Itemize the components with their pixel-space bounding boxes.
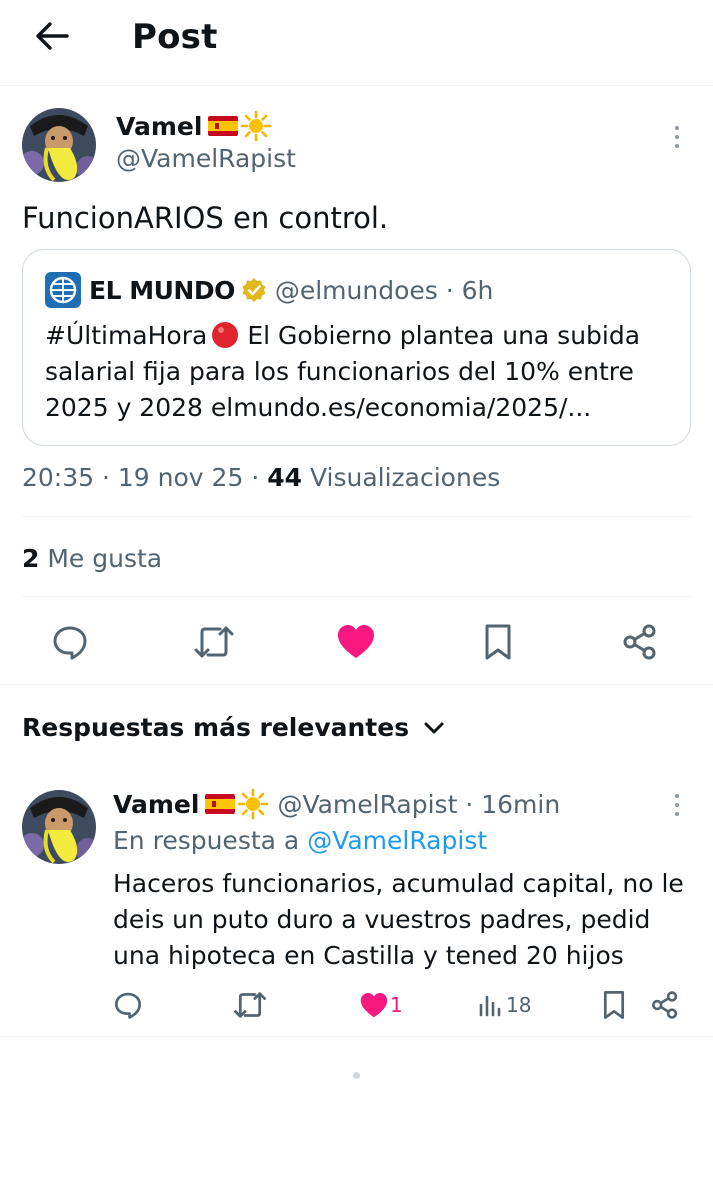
reply-views-count: 18 (506, 993, 532, 1017)
share-button[interactable] (620, 622, 660, 662)
arrow-left-icon (36, 22, 69, 50)
like-button[interactable] (336, 622, 376, 662)
author-name[interactable]: Vamel (116, 112, 202, 141)
like-icon (360, 992, 388, 1017)
hashtag: #ÚltimaHora (45, 321, 208, 350)
share-icon (623, 624, 656, 660)
more-dots-icon (675, 794, 679, 798)
reply-text: Haceros funcionarios, acumulad capital, … (113, 869, 684, 970)
reply-icon (53, 626, 87, 660)
likes-label: Me gusta (47, 544, 163, 573)
bookmark-button[interactable] (478, 622, 518, 662)
quoted-author-handle: @elmundoes (274, 275, 438, 305)
back-button[interactable] (30, 16, 74, 56)
reply-icon (115, 992, 141, 1019)
divider (0, 684, 713, 685)
replies-sort-dropdown[interactable]: Respuestas más relevantes (22, 710, 445, 746)
post-meta: 20:35 · 19 nov 25 · 44 Visualizaciones (22, 463, 501, 492)
retweet-icon (234, 992, 266, 1018)
retweet-button[interactable] (192, 622, 236, 662)
likes-summary[interactable]: 2 Me gusta (22, 540, 162, 578)
share-icon (652, 991, 678, 1019)
el-mundo-logo-icon (45, 272, 81, 308)
reply-views-button[interactable]: 18 (478, 988, 531, 1022)
likes-count: 2 (22, 544, 40, 573)
author-avatar[interactable] (22, 108, 96, 182)
sun-emoji (238, 788, 269, 820)
page-title: Post (132, 17, 218, 57)
sun-emoji (241, 110, 272, 142)
chevron-down-icon (424, 722, 444, 734)
replies-sort-label: Respuestas más relevantes (22, 713, 410, 742)
reply-author-handle[interactable]: @VamelRapist (277, 790, 457, 819)
author-name-line[interactable]: Vamel (116, 110, 272, 142)
divider (22, 516, 691, 517)
post-more-button[interactable] (662, 120, 692, 154)
top-bar: Post (0, 0, 713, 86)
post-time[interactable]: 20:35 (22, 463, 94, 492)
in-reply-to: En respuesta a @VamelRapist (113, 826, 488, 855)
reply-like-count: 1 (390, 993, 403, 1017)
verified-badge-icon (242, 278, 266, 302)
spain-flag-emoji (205, 794, 236, 814)
quoted-author-name: EL MUNDO (89, 275, 235, 305)
post-date[interactable]: 19 nov 25 (118, 463, 243, 492)
divider (22, 596, 691, 597)
reply-retweet-button[interactable] (233, 988, 267, 1022)
views-label: Visualizaciones (309, 463, 501, 492)
quoted-post-text: #ÚltimaHora El Gobierno plantea una subid… (45, 321, 641, 422)
loading-indicator (353, 1072, 360, 1079)
retweet-icon (194, 626, 234, 658)
author-handle[interactable]: @VamelRapist (116, 144, 296, 173)
reply-more-button[interactable] (662, 788, 692, 822)
reply-mention-link[interactable]: @VamelRapist (307, 826, 487, 855)
quoted-post-card[interactable]: EL MUNDO @elmundoes · 6h #ÚltimaHora El G… (22, 249, 691, 446)
divider (0, 1036, 713, 1037)
bookmark-icon (485, 624, 511, 660)
more-dots-icon (675, 126, 679, 130)
like-icon (338, 625, 374, 658)
reply-header: Vamel @VamelRapist · 16min (113, 788, 561, 820)
reply-button[interactable] (50, 622, 90, 662)
reply-time: 16min (481, 789, 561, 819)
author-handle-line: @VamelRapist (116, 144, 296, 173)
reply-share-button[interactable] (651, 988, 679, 1022)
bookmark-icon (603, 991, 625, 1019)
post-text: FuncionARIOS en control. (22, 201, 389, 235)
quoted-post-time: 6h (461, 275, 494, 305)
analytics-icon (479, 995, 501, 1017)
reply-bookmark-button[interactable] (602, 988, 626, 1022)
views-count: 44 (267, 463, 303, 492)
reply-reply-button[interactable] (114, 988, 142, 1022)
reply-author-avatar[interactable] (22, 790, 96, 864)
quoted-post-header: EL MUNDO @elmundoes · 6h (45, 272, 493, 308)
red-circle-emoji (212, 322, 239, 348)
reply-like-button[interactable]: 1 (360, 988, 403, 1022)
reply-author-name[interactable]: Vamel (113, 790, 199, 819)
spain-flag-emoji (208, 116, 239, 136)
